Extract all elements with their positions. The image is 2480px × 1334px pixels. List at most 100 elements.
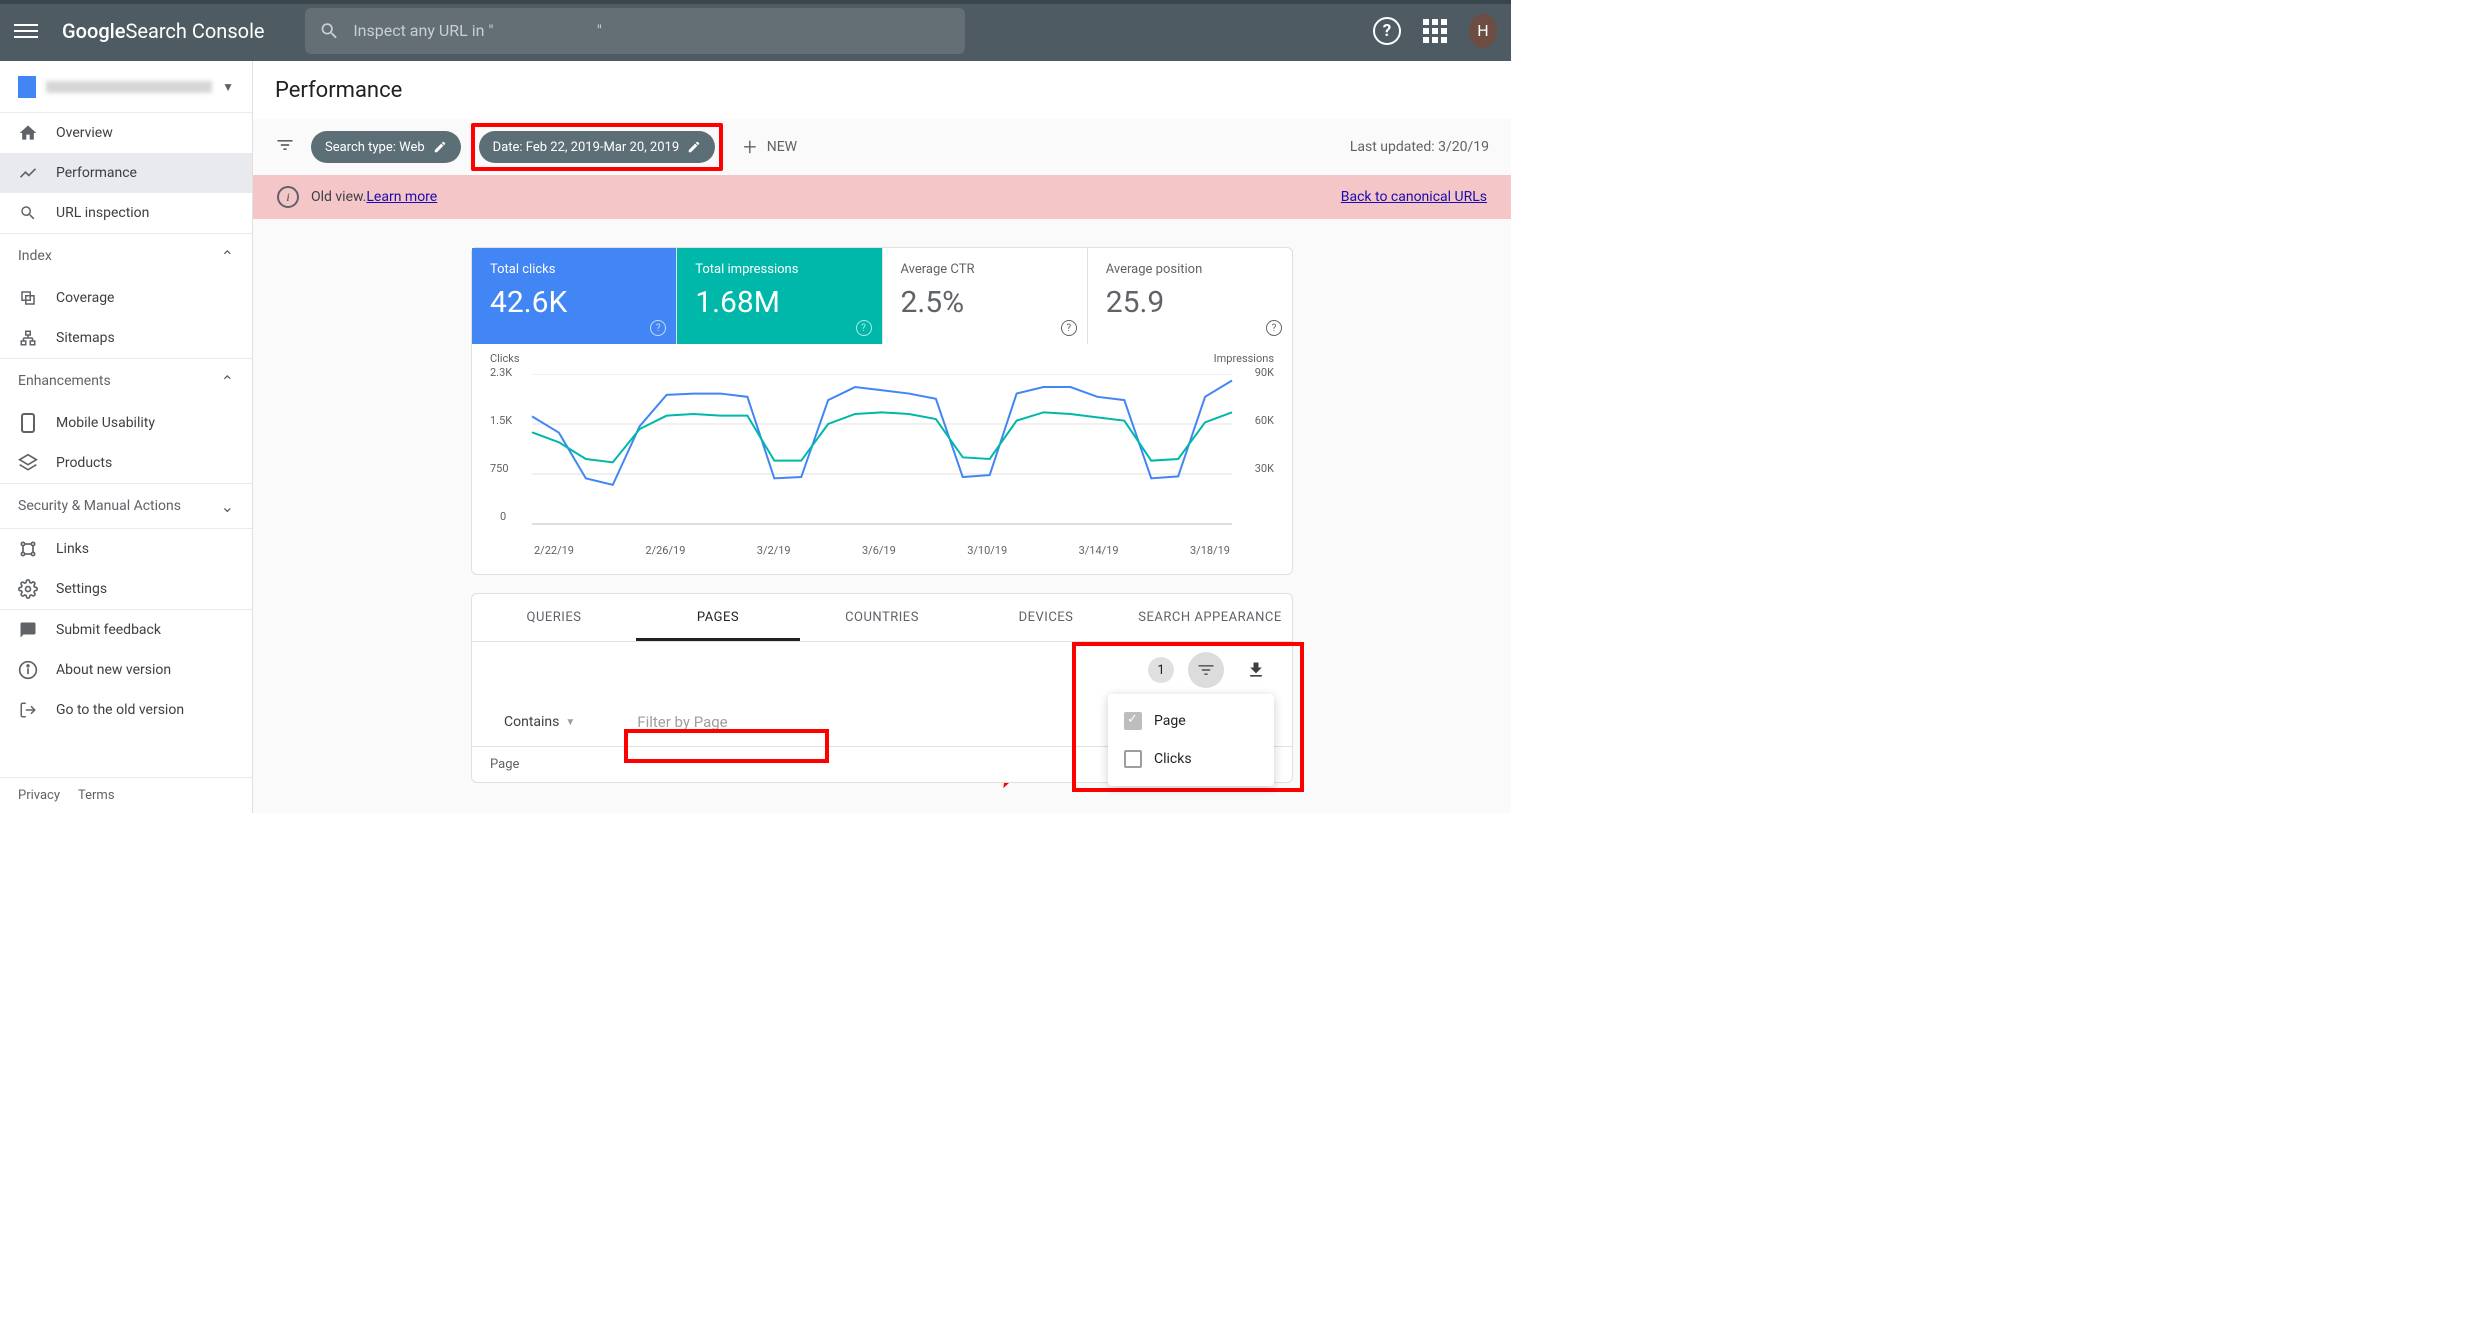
nav-section-index[interactable]: Index⌃ — [0, 234, 252, 278]
privacy-link[interactable]: Privacy — [18, 788, 60, 803]
chevron-up-icon: ⌃ — [221, 372, 234, 391]
nav-label: Performance — [56, 165, 137, 181]
feedback-icon — [18, 620, 38, 640]
chip-date[interactable]: Date: Feb 22, 2019-Mar 20, 2019 — [479, 131, 715, 163]
nav-label: Products — [56, 455, 112, 471]
popover-option-page[interactable]: Page — [1108, 702, 1274, 740]
logo-bold: Google — [62, 19, 125, 43]
topbar: Google Search Console ? H — [0, 0, 1511, 61]
nav-label: Overview — [56, 125, 113, 141]
chart: Clicks 2.3K Impressions 90K 1.5K 60K 750… — [472, 344, 1292, 574]
nav-products[interactable]: Products — [0, 443, 252, 483]
metric-impressions[interactable]: Total impressions 1.68M ? — [677, 248, 882, 344]
back-canonical-link[interactable]: Back to canonical URLs — [1341, 189, 1487, 205]
nav-label: Settings — [56, 581, 107, 597]
tab-countries[interactable]: COUNTRIES — [800, 594, 964, 641]
nav-label: Mobile Usability — [56, 415, 155, 431]
filter-mode-select[interactable]: Contains ▼ — [504, 714, 575, 730]
add-filter-button[interactable]: + NEW — [743, 133, 797, 161]
popover-option-clicks[interactable]: Clicks — [1108, 740, 1274, 778]
annotation-box-filter-input — [624, 729, 829, 763]
tab-search-appearance[interactable]: SEARCH APPEARANCE — [1128, 594, 1292, 641]
nav-sitemaps[interactable]: Sitemaps — [0, 318, 252, 358]
nav-label: Links — [56, 541, 89, 557]
apps-icon[interactable] — [1421, 17, 1449, 45]
info-banner: i Old view. Learn more Back to canonical… — [253, 175, 1511, 219]
chip-search-type[interactable]: Search type: Web — [311, 131, 461, 163]
nav-url-inspection[interactable]: URL inspection — [0, 193, 252, 233]
filter-bar: Search type: Web Date: Feb 22, 2019-Mar … — [253, 119, 1511, 175]
chevron-down-icon: ▼ — [565, 717, 575, 728]
dimension-panel: QUERIES PAGES COUNTRIES DEVICES SEARCH A… — [471, 593, 1293, 783]
menu-icon[interactable] — [14, 19, 38, 43]
tab-pages[interactable]: PAGES — [636, 594, 800, 641]
nav-overview[interactable]: Overview — [0, 113, 252, 153]
metrics-panel: Total clicks 42.6K ? Total impressions 1… — [471, 247, 1293, 575]
nav-about-new[interactable]: About new version — [0, 650, 252, 690]
nav-label: Go to the old version — [56, 702, 184, 718]
url-inspect-input[interactable] — [353, 21, 950, 40]
copy-icon — [18, 288, 38, 308]
phone-icon — [18, 413, 38, 433]
sidebar-footer: Privacy Terms — [0, 777, 252, 813]
last-updated: Last updated: 3/20/19 — [1350, 139, 1489, 155]
nav-section-enhancements[interactable]: Enhancements⌃ — [0, 359, 252, 403]
property-icon — [18, 76, 36, 98]
logo[interactable]: Google Search Console — [62, 19, 265, 43]
info-icon: i — [277, 186, 299, 208]
metric-clicks[interactable]: Total clicks 42.6K ? — [472, 248, 677, 344]
logo-rest: Search Console — [125, 19, 264, 43]
nav-label: Submit feedback — [56, 622, 161, 638]
nav-label: Coverage — [56, 290, 114, 306]
nav-links[interactable]: Links — [0, 529, 252, 569]
nav-coverage[interactable]: Coverage — [0, 278, 252, 318]
main: Performance Search type: Web Date: Feb 2… — [253, 61, 1511, 813]
learn-more-link[interactable]: Learn more — [366, 189, 437, 205]
tab-devices[interactable]: DEVICES — [964, 594, 1128, 641]
links-icon — [18, 539, 38, 559]
url-inspect-search[interactable] — [305, 8, 965, 54]
exit-icon — [18, 700, 38, 720]
help-icon[interactable]: ? — [856, 320, 872, 336]
chevron-down-icon: ⌄ — [221, 497, 234, 516]
tab-queries[interactable]: QUERIES — [472, 594, 636, 641]
nav-performance[interactable]: Performance — [0, 153, 252, 193]
chevron-up-icon: ⌃ — [221, 247, 234, 266]
columns-popover: Page Clicks — [1108, 694, 1274, 786]
filter-icon[interactable] — [275, 135, 295, 159]
nav-submit-feedback[interactable]: Submit feedback — [0, 610, 252, 650]
nav-section-security[interactable]: Security & Manual Actions⌄ — [0, 484, 252, 528]
nav-mobile-usability[interactable]: Mobile Usability — [0, 403, 252, 443]
page-title: Performance — [253, 61, 1511, 119]
help-icon[interactable]: ? — [1373, 17, 1401, 45]
info-icon — [18, 660, 38, 680]
chevron-down-icon: ▼ — [222, 80, 234, 94]
chart-icon — [18, 163, 38, 183]
search-icon — [18, 203, 38, 223]
account-avatar[interactable]: H — [1469, 17, 1497, 45]
search-icon — [319, 20, 340, 42]
nav-label: About new version — [56, 662, 171, 678]
help-icon[interactable]: ? — [650, 320, 666, 336]
pencil-icon — [687, 140, 701, 154]
nav-settings[interactable]: Settings — [0, 569, 252, 609]
annotation-box-date: Date: Feb 22, 2019-Mar 20, 2019 — [471, 123, 723, 171]
metric-ctr[interactable]: Average CTR 2.5% ? — [883, 248, 1088, 344]
nav-go-old[interactable]: Go to the old version — [0, 690, 252, 730]
layers-icon — [18, 453, 38, 473]
help-icon[interactable]: ? — [1061, 320, 1077, 336]
pencil-icon — [433, 140, 447, 154]
sitemap-icon — [18, 328, 38, 348]
property-selector[interactable]: ▼ — [0, 61, 252, 113]
property-name-redacted — [46, 81, 212, 93]
terms-link[interactable]: Terms — [78, 788, 115, 803]
nav-label: Sitemaps — [56, 330, 115, 346]
help-icon[interactable]: ? — [1266, 320, 1282, 336]
metric-position[interactable]: Average position 25.9 ? — [1088, 248, 1292, 344]
home-icon — [18, 123, 38, 143]
gear-icon — [18, 579, 38, 599]
plus-icon: + — [743, 133, 757, 161]
nav-label: URL inspection — [56, 205, 149, 221]
checkbox-icon — [1124, 750, 1142, 768]
sidebar: ▼ Overview Performance URL inspection In… — [0, 61, 253, 813]
